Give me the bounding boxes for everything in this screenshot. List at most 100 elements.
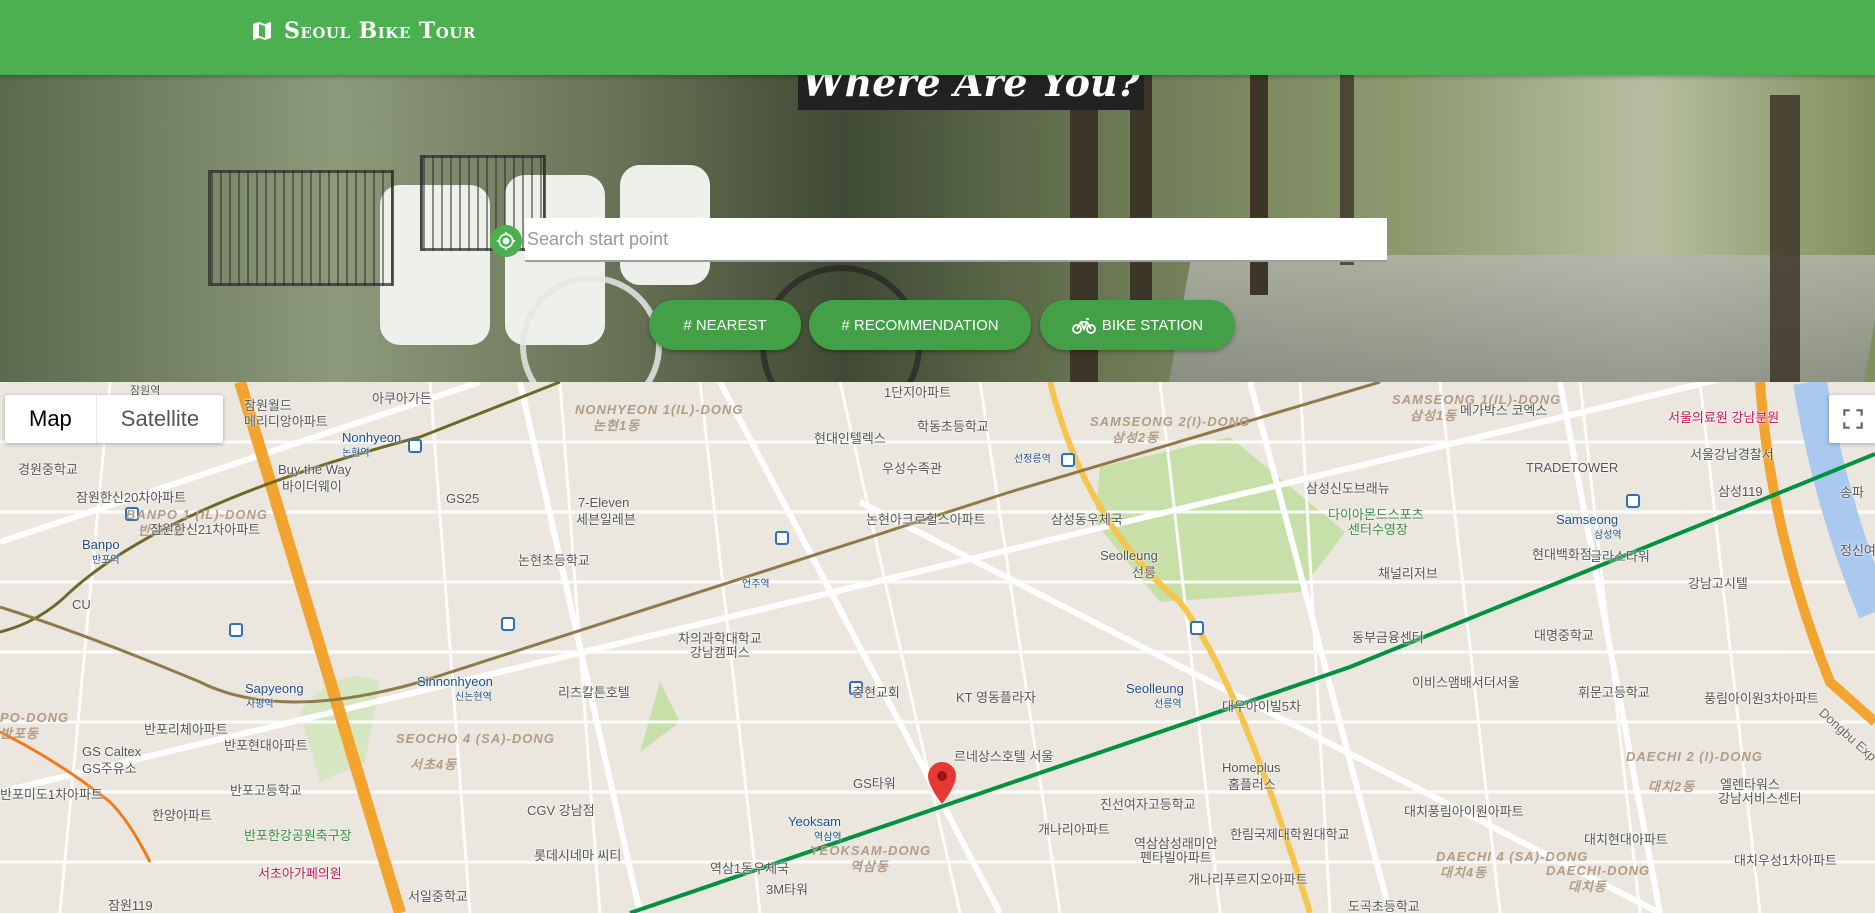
place-label: 잠원한신20차아파트 (76, 490, 187, 505)
district-label: 서초4동 (410, 757, 458, 772)
place-label: GS주유소 (82, 761, 137, 776)
district-label: 대치4동 (1440, 865, 1488, 880)
subway-station-label: 삼성역 (1594, 530, 1622, 541)
subway-station-label: Samseong (1556, 512, 1619, 527)
subway-station-label: Sapyeong (245, 681, 304, 696)
nearest-button[interactable]: # NEAREST (649, 300, 801, 350)
place-label: 롯데시네마 씨티 (534, 848, 622, 863)
district-label: SAMSEONG 2(I)-DONG (1090, 414, 1251, 429)
place-label: Seolleung (1100, 548, 1158, 563)
district-label: YEOKSAM-DONG (810, 843, 932, 858)
place-label: 반포리체아파트 (144, 722, 228, 737)
hero-tree-trunk (1250, 75, 1268, 295)
map-canvas[interactable]: NONHYEON 1(IL)-DONG 논현1동 SAMSEONG 2(I)-D… (0, 382, 1875, 913)
subway-station-label: 신논현역 (455, 692, 492, 703)
district-label: 대치2동 (1648, 779, 1696, 794)
district-label: NONHYEON 1(IL)-DONG (575, 402, 744, 417)
fullscreen-icon (1843, 409, 1863, 429)
place-label: 펜타빌아파트 (1140, 850, 1212, 865)
district-label: SEOCHO 4 (SA)-DONG (396, 731, 555, 746)
place-label: 아쿠아가든 (372, 391, 432, 406)
place-label: 센터수영장 (1348, 522, 1408, 537)
hero-tree-trunk (1130, 75, 1152, 315)
place-label: 반포고등학교 (230, 783, 302, 798)
subway-station-label: Nonhyeon (342, 430, 402, 445)
subway-station-label: Yeoksam (788, 814, 841, 829)
place-label: 개나리아파트 (1038, 822, 1110, 837)
place-label: 3M타워 (766, 882, 808, 897)
map-type-satellite-button[interactable]: Satellite (97, 395, 223, 443)
subway-station-label: 사평역 (246, 699, 274, 710)
place-label: 서울강남경찰서 (1690, 447, 1774, 462)
map-type-control: Map Satellite (5, 395, 224, 443)
place-label: 서초아가페의원 (258, 866, 342, 881)
place-label: 삼성119 (1718, 484, 1763, 499)
bicycle-icon (1072, 318, 1096, 334)
district-label: DAECHI 4 (SA)-DONG (1436, 849, 1589, 864)
place-label: KT 영동플라자 (956, 690, 1036, 705)
place-label: 경원중학교 (18, 462, 78, 477)
recommendation-button-label: # RECOMMENDATION (841, 316, 999, 334)
subway-station-label: Banpo (82, 537, 120, 552)
place-label: 우성수족관 (882, 461, 942, 476)
district-label: 삼성1동 (1410, 408, 1458, 423)
place-label: 한림국제대학원대학교 (1230, 827, 1350, 842)
fullscreen-button[interactable] (1829, 395, 1875, 443)
place-label: 반포한강공원축구장 (244, 828, 352, 843)
place-label: 1단지아파트 (884, 385, 952, 400)
place-label: 반포미도1차아파트 (0, 787, 103, 802)
place-label: 학동초등학교 (917, 419, 989, 434)
district-label: DAECHI-DONG (1546, 863, 1651, 878)
district-label: 논현1동 (593, 418, 641, 433)
search-input[interactable] (525, 218, 1387, 262)
place-label: 휘문고등학교 (1578, 685, 1650, 700)
place-label: 잠원한신21차아파트 (150, 522, 261, 537)
place-label: 르네상스호텔 서울 (954, 749, 1054, 764)
place-label: 글라스타워 (1590, 549, 1650, 564)
place-label: 대치우성1차아파트 (1734, 853, 1837, 868)
subway-station-label: 선정릉역 (1014, 454, 1051, 465)
subway-station-label: 반포역 (92, 555, 120, 566)
recommendation-button[interactable]: # RECOMMENDATION (809, 300, 1031, 350)
place-label: GS타워 (853, 776, 896, 791)
place-label: 강남고시텔 (1688, 576, 1748, 591)
hero-bike-basket (208, 170, 394, 286)
place-label: 홈플러스 (1228, 777, 1276, 792)
place-label: 충현교회 (852, 685, 900, 700)
bike-station-button-label: BIKE STATION (1101, 316, 1204, 334)
place-label: 진선여자고등학교 (1100, 797, 1196, 812)
place-label: GS Caltex (82, 744, 142, 759)
map-type-map-button[interactable]: Map (5, 395, 97, 443)
place-label: 한양아파트 (152, 808, 212, 823)
nearest-button-label: # NEAREST (683, 316, 767, 334)
place-label: 대명중학교 (1534, 628, 1594, 643)
subway-station-label: 논현역 (342, 448, 370, 459)
map-pin-icon[interactable] (928, 762, 956, 804)
place-label: 잠원119 (108, 898, 153, 913)
subway-station-label: Seolleung (1126, 681, 1184, 696)
place-label: 대치현대아파트 (1584, 832, 1668, 847)
district-label: 대치동 (1568, 879, 1607, 894)
place-label: GS25 (446, 491, 480, 506)
top-navbar: Seoul Bike Tour (0, 0, 1875, 75)
district-label: 삼성2동 (1112, 430, 1160, 445)
place-label: 삼성신도브래뉴 (1306, 481, 1390, 496)
place-label: 풍림아이원3차아파트 (1704, 691, 1819, 706)
place-label: CGV 강남점 (527, 803, 595, 818)
place-label: 대우아이빌5차 (1222, 699, 1301, 714)
place-label: 이비스앰배서더서울 (1412, 675, 1520, 690)
place-label: 현대인텔렉스 (814, 431, 886, 446)
hero-tree-trunk (1770, 95, 1800, 382)
current-location-button[interactable] (490, 225, 522, 257)
brand-logo-link[interactable]: Seoul Bike Tour (250, 18, 476, 44)
place-label: 메가박스 코엑스 (1460, 403, 1548, 418)
place-label: 바이더웨이 (282, 479, 342, 494)
place-label: 강남서비스센터 (1718, 791, 1802, 806)
bike-station-button[interactable]: BIKE STATION (1040, 300, 1235, 350)
place-label: 7-Eleven (578, 495, 630, 510)
place-label: 삼성동우체국 (1051, 512, 1123, 527)
place-label: 논현아크로힐스아파트 (866, 512, 986, 527)
place-label: 개나리푸르지오아파트 (1188, 872, 1308, 887)
place-label: 대치풍림아이원아파트 (1404, 804, 1524, 819)
district-label: PO-DONG (0, 710, 70, 725)
